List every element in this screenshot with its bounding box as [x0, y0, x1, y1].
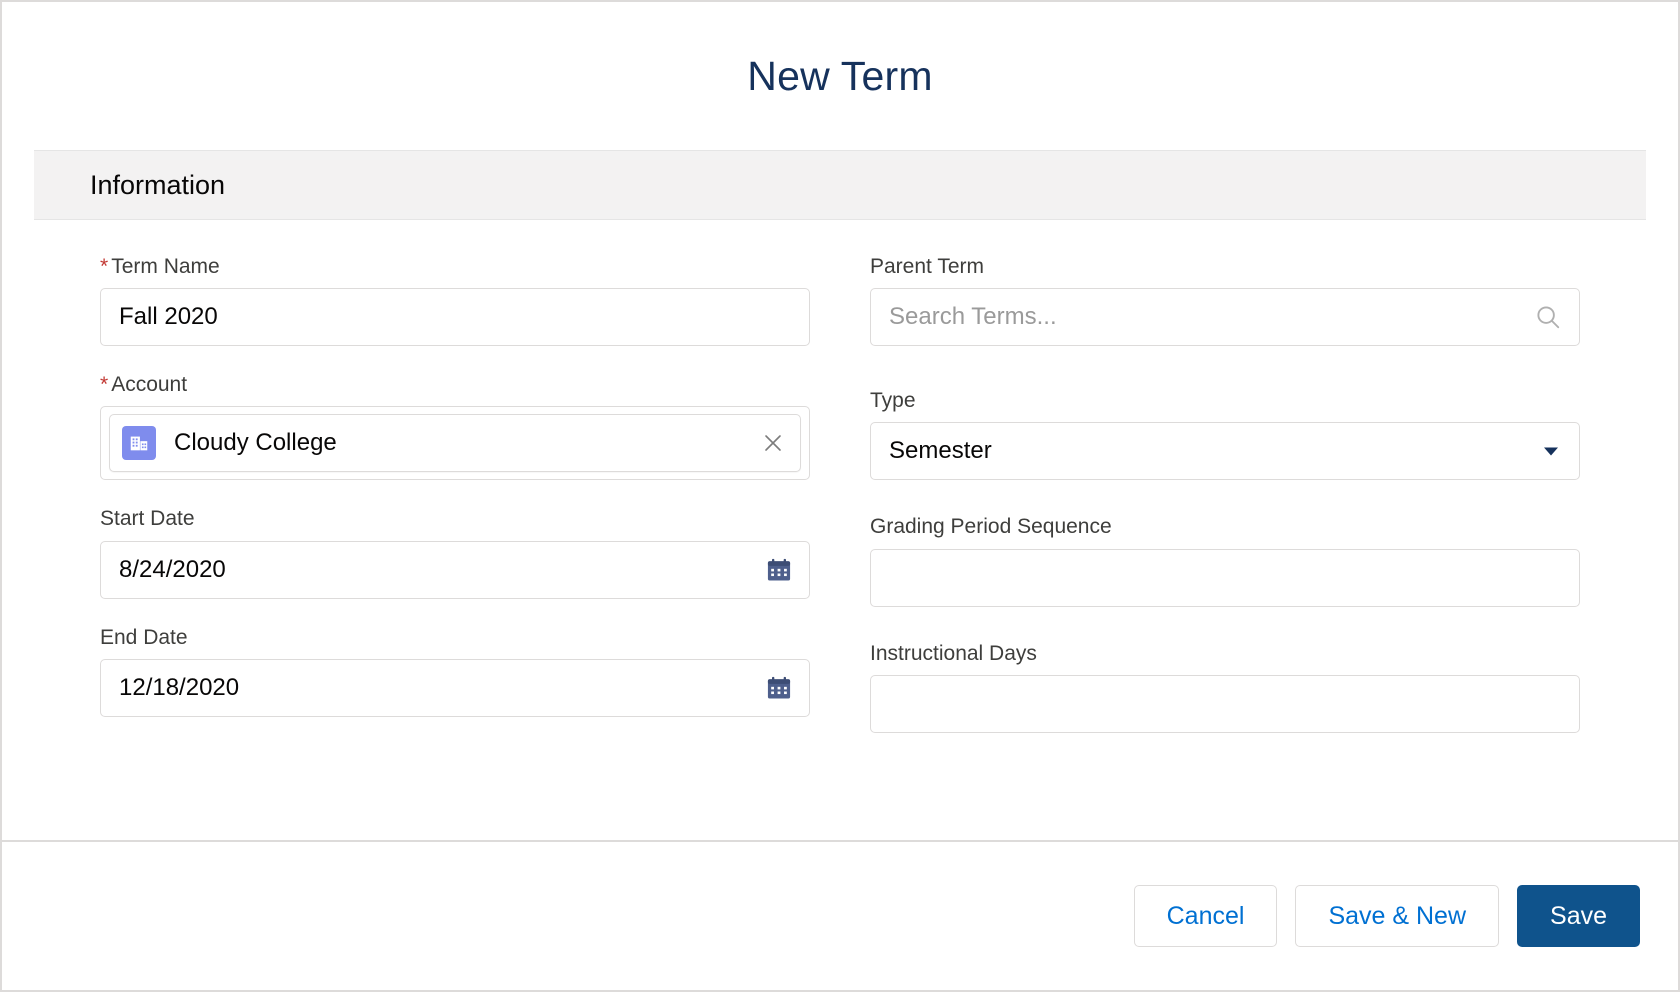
- save-and-new-button[interactable]: Save & New: [1295, 885, 1500, 947]
- grading-period-sequence-input[interactable]: [870, 548, 1580, 607]
- end-date-input[interactable]: 12/18/2020: [100, 658, 810, 717]
- account-pill-label: Cloudy College: [174, 429, 337, 457]
- parent-term-search-input[interactable]: Search Terms...: [870, 288, 1580, 347]
- cancel-button[interactable]: Cancel: [1133, 885, 1278, 947]
- parent-term-placeholder: Search Terms...: [889, 303, 1057, 331]
- type-select[interactable]: Semester: [870, 422, 1580, 481]
- field-label-end-date: End Date: [100, 625, 810, 650]
- term-name-value: Fall 2020: [119, 303, 218, 331]
- field-label-instructional-days: Instructional Days: [870, 641, 1580, 666]
- calendar-icon[interactable]: [765, 556, 793, 584]
- field-parent-term: Parent Term Search Terms...: [870, 254, 1580, 347]
- field-type: Type Semester: [870, 388, 1580, 481]
- label-text: Grading Period Sequence: [870, 515, 1112, 539]
- form-column-right: Parent Term Search Terms... Type Semeste…: [870, 254, 1580, 759]
- label-text: Parent Term: [870, 255, 984, 278]
- field-instructional-days: Instructional Days: [870, 641, 1580, 733]
- section-header-information: Information: [34, 150, 1646, 220]
- type-selected-value: Semester: [889, 437, 992, 465]
- field-grading-period-sequence: Grading Period Sequence: [870, 514, 1580, 607]
- required-indicator: *: [100, 255, 109, 278]
- modal-header: New Term: [2, 2, 1678, 150]
- page-title: New Term: [747, 52, 933, 99]
- form-body: * Term Name Fall 2020 * Account Cloudy C…: [2, 220, 1678, 759]
- start-date-input[interactable]: 8/24/2020: [100, 540, 810, 599]
- close-icon[interactable]: [760, 430, 786, 456]
- label-text: Term Name: [111, 255, 220, 278]
- start-date-value: 8/24/2020: [119, 555, 226, 583]
- account-lookup-field[interactable]: Cloudy College: [100, 406, 810, 481]
- field-end-date: End Date 12/18/2020: [100, 625, 810, 717]
- field-label-type: Type: [870, 388, 1580, 413]
- modal-footer: Cancel Save & New Save: [2, 840, 1678, 990]
- account-pill[interactable]: Cloudy College: [109, 414, 801, 473]
- label-text: Instructional Days: [870, 641, 1037, 665]
- field-term-name: * Term Name Fall 2020: [100, 254, 810, 347]
- form-column-left: * Term Name Fall 2020 * Account Cloudy C…: [100, 254, 810, 759]
- end-date-value: 12/18/2020: [119, 673, 240, 701]
- search-icon[interactable]: [1533, 302, 1563, 332]
- field-start-date: Start Date 8/24/2020: [100, 506, 810, 599]
- field-label-term-name: * Term Name: [100, 254, 810, 279]
- label-text: Account: [111, 373, 188, 397]
- chevron-down-icon[interactable]: [1539, 439, 1563, 463]
- label-text: Type: [870, 389, 916, 413]
- field-account: * Account Cloudy College: [100, 372, 810, 481]
- account-building-icon: [122, 426, 156, 461]
- field-label-grading-period-sequence: Grading Period Sequence: [870, 514, 1580, 539]
- field-label-start-date: Start Date: [100, 506, 810, 531]
- required-indicator: *: [100, 373, 109, 397]
- field-label-account: * Account: [100, 372, 810, 397]
- term-name-input[interactable]: Fall 2020: [100, 288, 810, 347]
- new-term-modal: New Term Information * Term Name Fall 202…: [0, 0, 1680, 992]
- save-button[interactable]: Save: [1517, 885, 1640, 947]
- field-label-parent-term: Parent Term: [870, 254, 1580, 279]
- label-text: End Date: [100, 625, 188, 649]
- label-text: Start Date: [100, 507, 195, 531]
- instructional-days-input[interactable]: [870, 674, 1580, 733]
- section-title: Information: [90, 169, 226, 200]
- calendar-icon[interactable]: [765, 674, 793, 702]
